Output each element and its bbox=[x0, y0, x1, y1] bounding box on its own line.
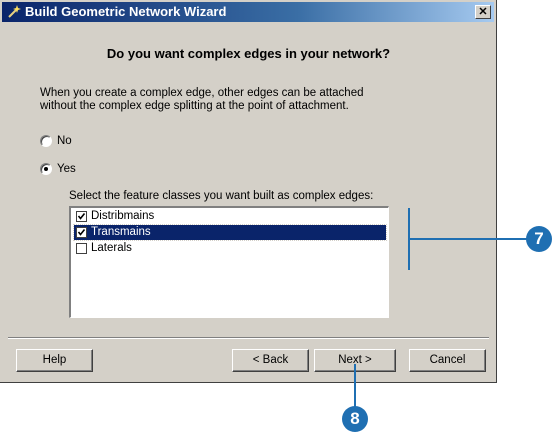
cancel-button[interactable]: Cancel bbox=[409, 349, 486, 372]
radio-selected-dot bbox=[44, 166, 48, 171]
callout-8-badge: 8 bbox=[342, 406, 368, 432]
wizard-dialog: Build Geometric Network Wizard ✕ Do you … bbox=[0, 0, 497, 383]
radio-yes-label: Yes bbox=[57, 163, 76, 175]
checkbox-distribmains[interactable] bbox=[76, 211, 87, 222]
callout-8-leader bbox=[354, 364, 356, 408]
wizard-wand-icon bbox=[8, 5, 21, 18]
close-icon: ✕ bbox=[478, 6, 488, 18]
callout-7-leader bbox=[408, 238, 528, 240]
back-button[interactable]: < Back bbox=[232, 349, 309, 372]
feature-classes-list[interactable]: Distribmains Transmains Laterals bbox=[69, 206, 389, 318]
list-item-transmains[interactable]: Transmains bbox=[73, 224, 387, 241]
window-title: Build Geometric Network Wizard bbox=[25, 4, 227, 19]
radio-no-circle[interactable] bbox=[40, 134, 52, 147]
list-item-label: Transmains bbox=[91, 226, 151, 238]
checkmark-icon bbox=[77, 229, 86, 236]
checkbox-transmains[interactable] bbox=[76, 227, 87, 238]
page-heading: Do you want complex edges in your networ… bbox=[106, 46, 391, 61]
button-separator bbox=[8, 337, 489, 339]
description-line: without the complex edge splitting at th… bbox=[40, 100, 349, 112]
list-item-distribmains[interactable]: Distribmains bbox=[74, 209, 386, 224]
checkmark-icon bbox=[77, 213, 86, 220]
callout-7-badge: 7 bbox=[526, 226, 552, 252]
feature-classes-label: Select the feature classes you want buil… bbox=[69, 190, 374, 202]
description-line: When you create a complex edge, other ed… bbox=[40, 87, 364, 99]
radio-yes[interactable]: Yes bbox=[40, 162, 76, 176]
radio-no[interactable]: No bbox=[40, 134, 72, 148]
radio-yes-circle[interactable] bbox=[40, 162, 52, 175]
list-item-label: Laterals bbox=[91, 242, 132, 254]
description-text: When you create a complex edge, other ed… bbox=[40, 87, 460, 113]
radio-no-label: No bbox=[57, 135, 72, 147]
title-bar[interactable]: Build Geometric Network Wizard ✕ bbox=[2, 2, 494, 22]
list-item-laterals[interactable]: Laterals bbox=[74, 241, 386, 256]
checkbox-laterals[interactable] bbox=[76, 243, 87, 254]
close-button[interactable]: ✕ bbox=[475, 5, 491, 19]
help-button[interactable]: Help bbox=[16, 349, 93, 372]
list-item-label: Distribmains bbox=[91, 210, 155, 222]
